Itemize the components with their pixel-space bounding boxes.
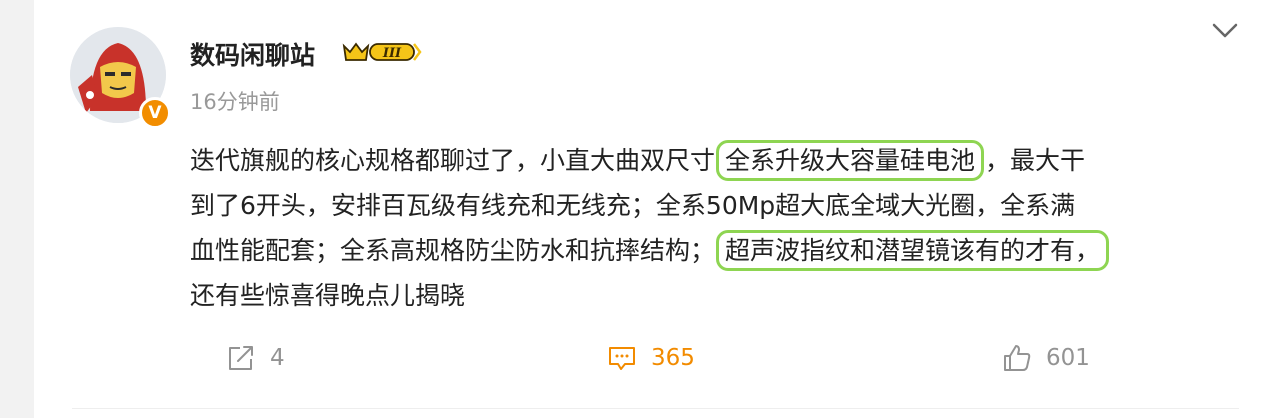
svg-text:III: III (382, 46, 402, 61)
divider (72, 408, 1239, 409)
left-gutter (0, 0, 34, 418)
highlight-fingerprint-periscope: 超声波指纹和潜望镜该有的才有， (716, 230, 1110, 271)
vip-level-badge-icon[interactable]: III (342, 38, 422, 66)
post-timestamp: 16分钟前 (190, 90, 280, 114)
author-name[interactable]: 数码闲聊站 (190, 36, 315, 72)
like-count: 601 (1046, 345, 1090, 371)
repost-button[interactable]: 4 (226, 340, 285, 376)
post-line-3: 血性能配套；全系高规格防尘防水和抗摔结构； 超声波指纹和潜望镜该有的才有， (190, 228, 1250, 273)
comment-icon (609, 347, 635, 370)
text-segment: 迭代旗舰的核心规格都聊过了，小直大曲双尺寸 (190, 146, 716, 175)
chevron-down-icon[interactable] (1210, 20, 1240, 42)
post-line-1: 迭代旗舰的核心规格都聊过了，小直大曲双尺寸 全系升级大容量硅电池 ，最大干 (190, 138, 1250, 183)
repost-count: 4 (270, 345, 285, 371)
highlight-battery: 全系升级大容量硅电池 (716, 140, 985, 181)
comment-count: 365 (651, 345, 695, 371)
comment-button[interactable]: 365 (607, 340, 695, 376)
post-line-2: 到了6开头，安排百瓦级有线充和无线充；全系50Mp超大底全域大光圈，全系满 (190, 191, 1076, 220)
like-button[interactable]: 601 (1002, 340, 1090, 376)
repost-icon (229, 346, 253, 370)
verified-badge: V (139, 97, 171, 129)
like-icon (1004, 345, 1031, 371)
post-line-4: 还有些惊喜得晚点儿揭晓 (190, 281, 466, 310)
text-segment: ，最大干 (985, 146, 1086, 175)
post-text: 迭代旗舰的核心规格都聊过了，小直大曲双尺寸 全系升级大容量硅电池 ，最大干 到了6开… (190, 138, 1250, 318)
text-segment: 血性能配套；全系高规格防尘防水和抗摔结构； (190, 236, 716, 265)
